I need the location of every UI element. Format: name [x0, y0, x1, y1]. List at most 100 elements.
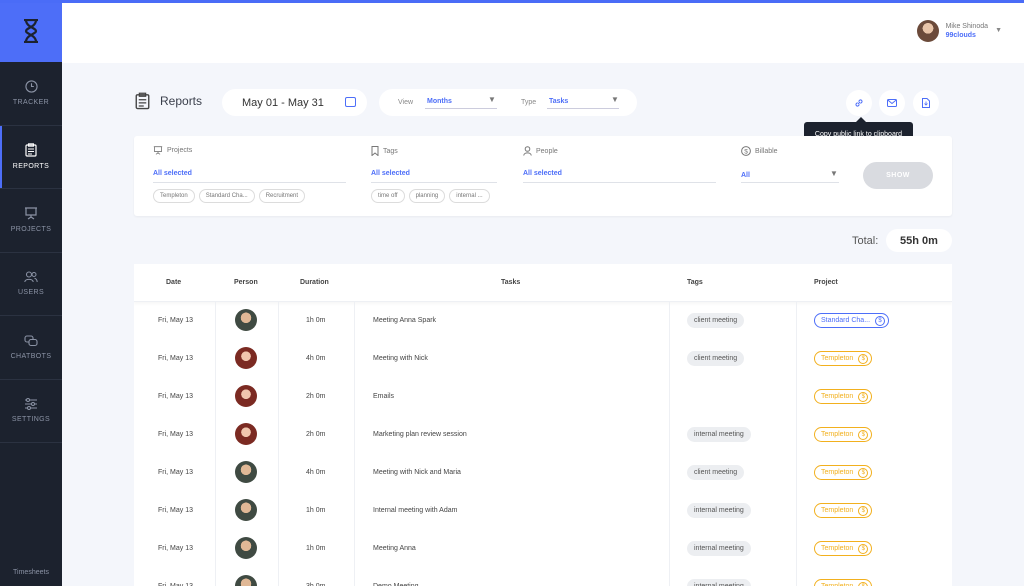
copy-link-button[interactable] [846, 90, 872, 116]
chevron-down-icon[interactable]: ▼ [995, 27, 1002, 34]
row-task[interactable]: Meeting with Nick and Maria [373, 469, 461, 476]
row-date: Fri, May 13 [158, 545, 194, 552]
row-date: Fri, May 13 [158, 355, 194, 362]
type-select[interactable]: Tasks [549, 98, 568, 105]
row-task[interactable]: Marketing plan review session [373, 431, 467, 438]
project-badge[interactable]: Templeton$ [814, 579, 873, 586]
chat-icon [24, 335, 38, 346]
tag-chip[interactable]: client meeting [687, 465, 745, 480]
top-accent-line [0, 0, 1024, 3]
project-name: Templeton [821, 393, 854, 400]
show-button[interactable]: SHOW [863, 162, 933, 189]
table-header: Date Person Duration Tasks Tags Project [134, 264, 952, 302]
project-badge[interactable]: Templeton$ [814, 351, 873, 366]
table-row[interactable]: Fri, May 13 2h 0m Marketing plan review se… [134, 416, 952, 454]
row-task[interactable]: Internal meeting with Adam [373, 507, 457, 514]
presentation-icon [153, 146, 163, 155]
project-badge[interactable]: Templeton$ [814, 389, 873, 404]
row-task[interactable]: Meeting with Nick [373, 355, 428, 362]
sidebar-item-chatbots[interactable]: CHATBOTS [0, 316, 62, 380]
table-row[interactable]: Fri, May 13 4h 0m Meeting with Nick and Ma… [134, 454, 952, 492]
sidebar-item-settings[interactable]: SETTINGS [0, 380, 62, 443]
avatar [235, 347, 257, 369]
dollar-icon: $ [858, 468, 869, 478]
project-badge[interactable]: Templeton$ [814, 541, 873, 556]
clipboard-icon [25, 143, 37, 157]
table-row[interactable]: Fri, May 13 1h 0m Meeting Anna Spark client… [134, 302, 952, 340]
chevron-down-icon[interactable]: ▼ [611, 95, 619, 104]
tags-select[interactable]: All selected [371, 170, 410, 177]
row-duration: 4h 0m [306, 469, 326, 476]
dollar-icon: $ [858, 506, 869, 516]
table-row[interactable]: Fri, May 13 1h 0m Meeting Anna internal mee… [134, 530, 952, 568]
projects-underline [153, 182, 346, 183]
avatar [235, 537, 257, 559]
row-task[interactable]: Meeting Anna [373, 545, 416, 552]
total-value: 55h 0m [886, 229, 952, 252]
table-row[interactable]: Fri, May 13 2h 0m Emails Templeton $ [134, 378, 952, 416]
row-task[interactable]: Meeting Anna Spark [373, 317, 436, 324]
project-name: Templeton [821, 355, 854, 362]
type-underline [547, 108, 619, 109]
project-badge[interactable]: Templeton$ [814, 503, 873, 518]
app-logo[interactable] [0, 0, 62, 62]
sidebar-item-tracker[interactable]: TRACKER [0, 62, 62, 126]
sidebar: TRACKER REPORTS PROJECTS USERS CHATBOTS … [0, 0, 62, 586]
tags-label-text: Tags [383, 147, 398, 155]
dollar-icon: $ [741, 146, 751, 156]
row-task[interactable]: Emails [373, 393, 394, 400]
project-badge[interactable]: Templeton$ [814, 427, 873, 442]
chip[interactable]: internal ... [449, 189, 490, 203]
project-badge[interactable]: Standard Cha... $ [814, 313, 890, 328]
projects-select[interactable]: All selected [153, 170, 192, 177]
top-header: Mike Shinoda 99clouds ▼ [62, 3, 1024, 63]
chip[interactable]: Recruitment [258, 189, 306, 203]
col-duration[interactable]: Duration [300, 279, 329, 286]
billable-select[interactable]: All [741, 172, 750, 179]
view-label: View [398, 99, 414, 106]
dollar-icon: $ [875, 316, 886, 326]
date-range-picker[interactable]: May 01 - May 31 [222, 89, 367, 116]
svg-text:$: $ [744, 148, 748, 155]
tag-chip[interactable]: internal meeting [687, 427, 751, 442]
table-row[interactable]: Fri, May 133h 0mDemo Meetinginternal mee… [134, 568, 952, 586]
user-name: Mike Shinoda [945, 23, 988, 30]
chip[interactable]: planning [408, 189, 446, 203]
tag-chip[interactable]: internal meeting [687, 579, 751, 586]
view-select[interactable]: Months [427, 98, 452, 105]
chip[interactable]: time off [371, 189, 405, 203]
chevron-down-icon[interactable]: ▼ [830, 169, 838, 178]
table-row[interactable]: Fri, May 13 1h 0m Internal meeting with Ad… [134, 492, 952, 530]
people-select[interactable]: All selected [523, 170, 562, 177]
col-tags[interactable]: Tags [687, 279, 703, 286]
export-file-button[interactable] [913, 90, 939, 116]
chip[interactable]: Templeton [153, 189, 195, 203]
tag-chip[interactable]: internal meeting [687, 541, 751, 556]
sidebar-item-users[interactable]: USERS [0, 253, 62, 316]
dollar-icon: $ [858, 582, 869, 586]
row-duration: 1h 0m [306, 545, 326, 552]
billable-filter-label: $ Billable [741, 146, 778, 156]
tag-chip[interactable]: internal meeting [687, 503, 751, 518]
tag-chip[interactable]: client meeting [687, 351, 745, 366]
view-underline [425, 108, 497, 109]
user-menu[interactable]: Mike Shinoda 99clouds ▼ [916, 20, 1002, 42]
table-row[interactable]: Fri, May 13 4h 0m Meeting with Nick client … [134, 340, 952, 378]
calendar-icon[interactable] [345, 97, 356, 107]
project-badge[interactable]: Templeton$ [814, 465, 873, 480]
sidebar-item-projects[interactable]: PROJECTS [0, 189, 62, 253]
col-date[interactable]: Date [166, 279, 181, 286]
sidebar-item-reports[interactable]: REPORTS [0, 125, 62, 189]
col-tasks[interactable]: Tasks [501, 279, 520, 286]
col-project[interactable]: Project [814, 279, 838, 286]
chip[interactable]: Standard Cha... [198, 189, 255, 203]
project-name: Templeton [821, 431, 854, 438]
col-person[interactable]: Person [234, 279, 258, 286]
project-name: Standard Cha... [821, 317, 871, 324]
email-report-button[interactable] [879, 90, 905, 116]
row-duration: 4h 0m [306, 355, 326, 362]
sidebar-item-label: TRACKER [12, 99, 50, 107]
chevron-down-icon[interactable]: ▼ [488, 95, 496, 104]
tag-chip[interactable]: client meeting [687, 313, 745, 328]
filter-panel: Projects All selected Templeton Standard… [134, 136, 952, 216]
